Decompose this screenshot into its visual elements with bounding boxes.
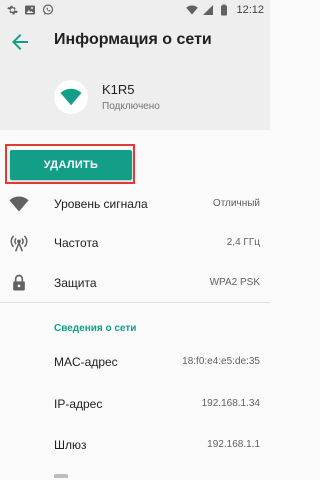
- status-bar-system: 12:12: [186, 3, 264, 17]
- wifi-strength-icon: [9, 194, 29, 214]
- info-row-gateway: Шлюз 192.168.1.1: [0, 425, 270, 465]
- app-bar: Информация о сети: [0, 20, 270, 64]
- detail-label: Уровень сигнала: [54, 197, 148, 211]
- status-time: 12:12: [236, 4, 264, 16]
- wifi-icon: [60, 88, 82, 106]
- detail-value: Отличный: [212, 198, 260, 209]
- section-title-network-info: Сведения о сети: [54, 323, 137, 334]
- network-status: Подключено: [102, 101, 160, 112]
- info-value: 192.168.1.34: [201, 398, 260, 409]
- detail-value: WPA2 PSK: [209, 277, 260, 288]
- lock-icon: [9, 273, 29, 293]
- info-label: Шлюз: [54, 438, 87, 452]
- detail-label: Частота: [54, 236, 99, 250]
- network-header: K1R5 Подключено: [0, 64, 270, 130]
- detail-label: Защита: [54, 276, 97, 290]
- info-label: IP-адрес: [54, 397, 103, 411]
- network-avatar: [54, 80, 88, 114]
- forget-network-button[interactable]: УДАЛИТЬ: [10, 150, 132, 180]
- info-value: 18:f0:e4:e5:de:35: [182, 356, 260, 367]
- detail-row-signal: Уровень сигнала Отличный: [0, 184, 270, 224]
- status-bar: 12:12: [0, 0, 270, 20]
- wifi-signal-icon: [186, 4, 199, 16]
- detail-row-frequency: Частота 2,4 ГГц: [0, 223, 270, 263]
- divider: [0, 302, 270, 303]
- status-bar-notifications: [6, 3, 60, 17]
- whatsapp-icon: [42, 4, 54, 16]
- network-details: УДАЛИТЬ Уровень сигнала Отличный Частота…: [0, 130, 270, 480]
- frequency-icon: [9, 233, 29, 253]
- battery-icon: [218, 4, 230, 16]
- back-button[interactable]: [8, 30, 32, 54]
- image-gallery-icon: [24, 4, 36, 16]
- info-label: MAC-адрес: [54, 355, 118, 369]
- detail-value: 2,4 ГГц: [226, 237, 260, 248]
- cellular-signal-icon: [202, 4, 214, 16]
- info-value: 192.168.1.1: [207, 439, 260, 450]
- settings-gear-icon: [6, 4, 18, 16]
- network-name: K1R5: [102, 82, 135, 97]
- cut-off-row-hint: [54, 474, 68, 478]
- arrow-back-icon[interactable]: [8, 30, 32, 54]
- detail-row-security: Защита WPA2 PSK: [0, 263, 270, 303]
- info-row-mac: MAC-адрес 18:f0:e4:e5:de:35: [0, 342, 270, 382]
- info-row-ip: IP-адрес 192.168.1.34: [0, 384, 270, 424]
- page-title: Информация о сети: [54, 31, 212, 48]
